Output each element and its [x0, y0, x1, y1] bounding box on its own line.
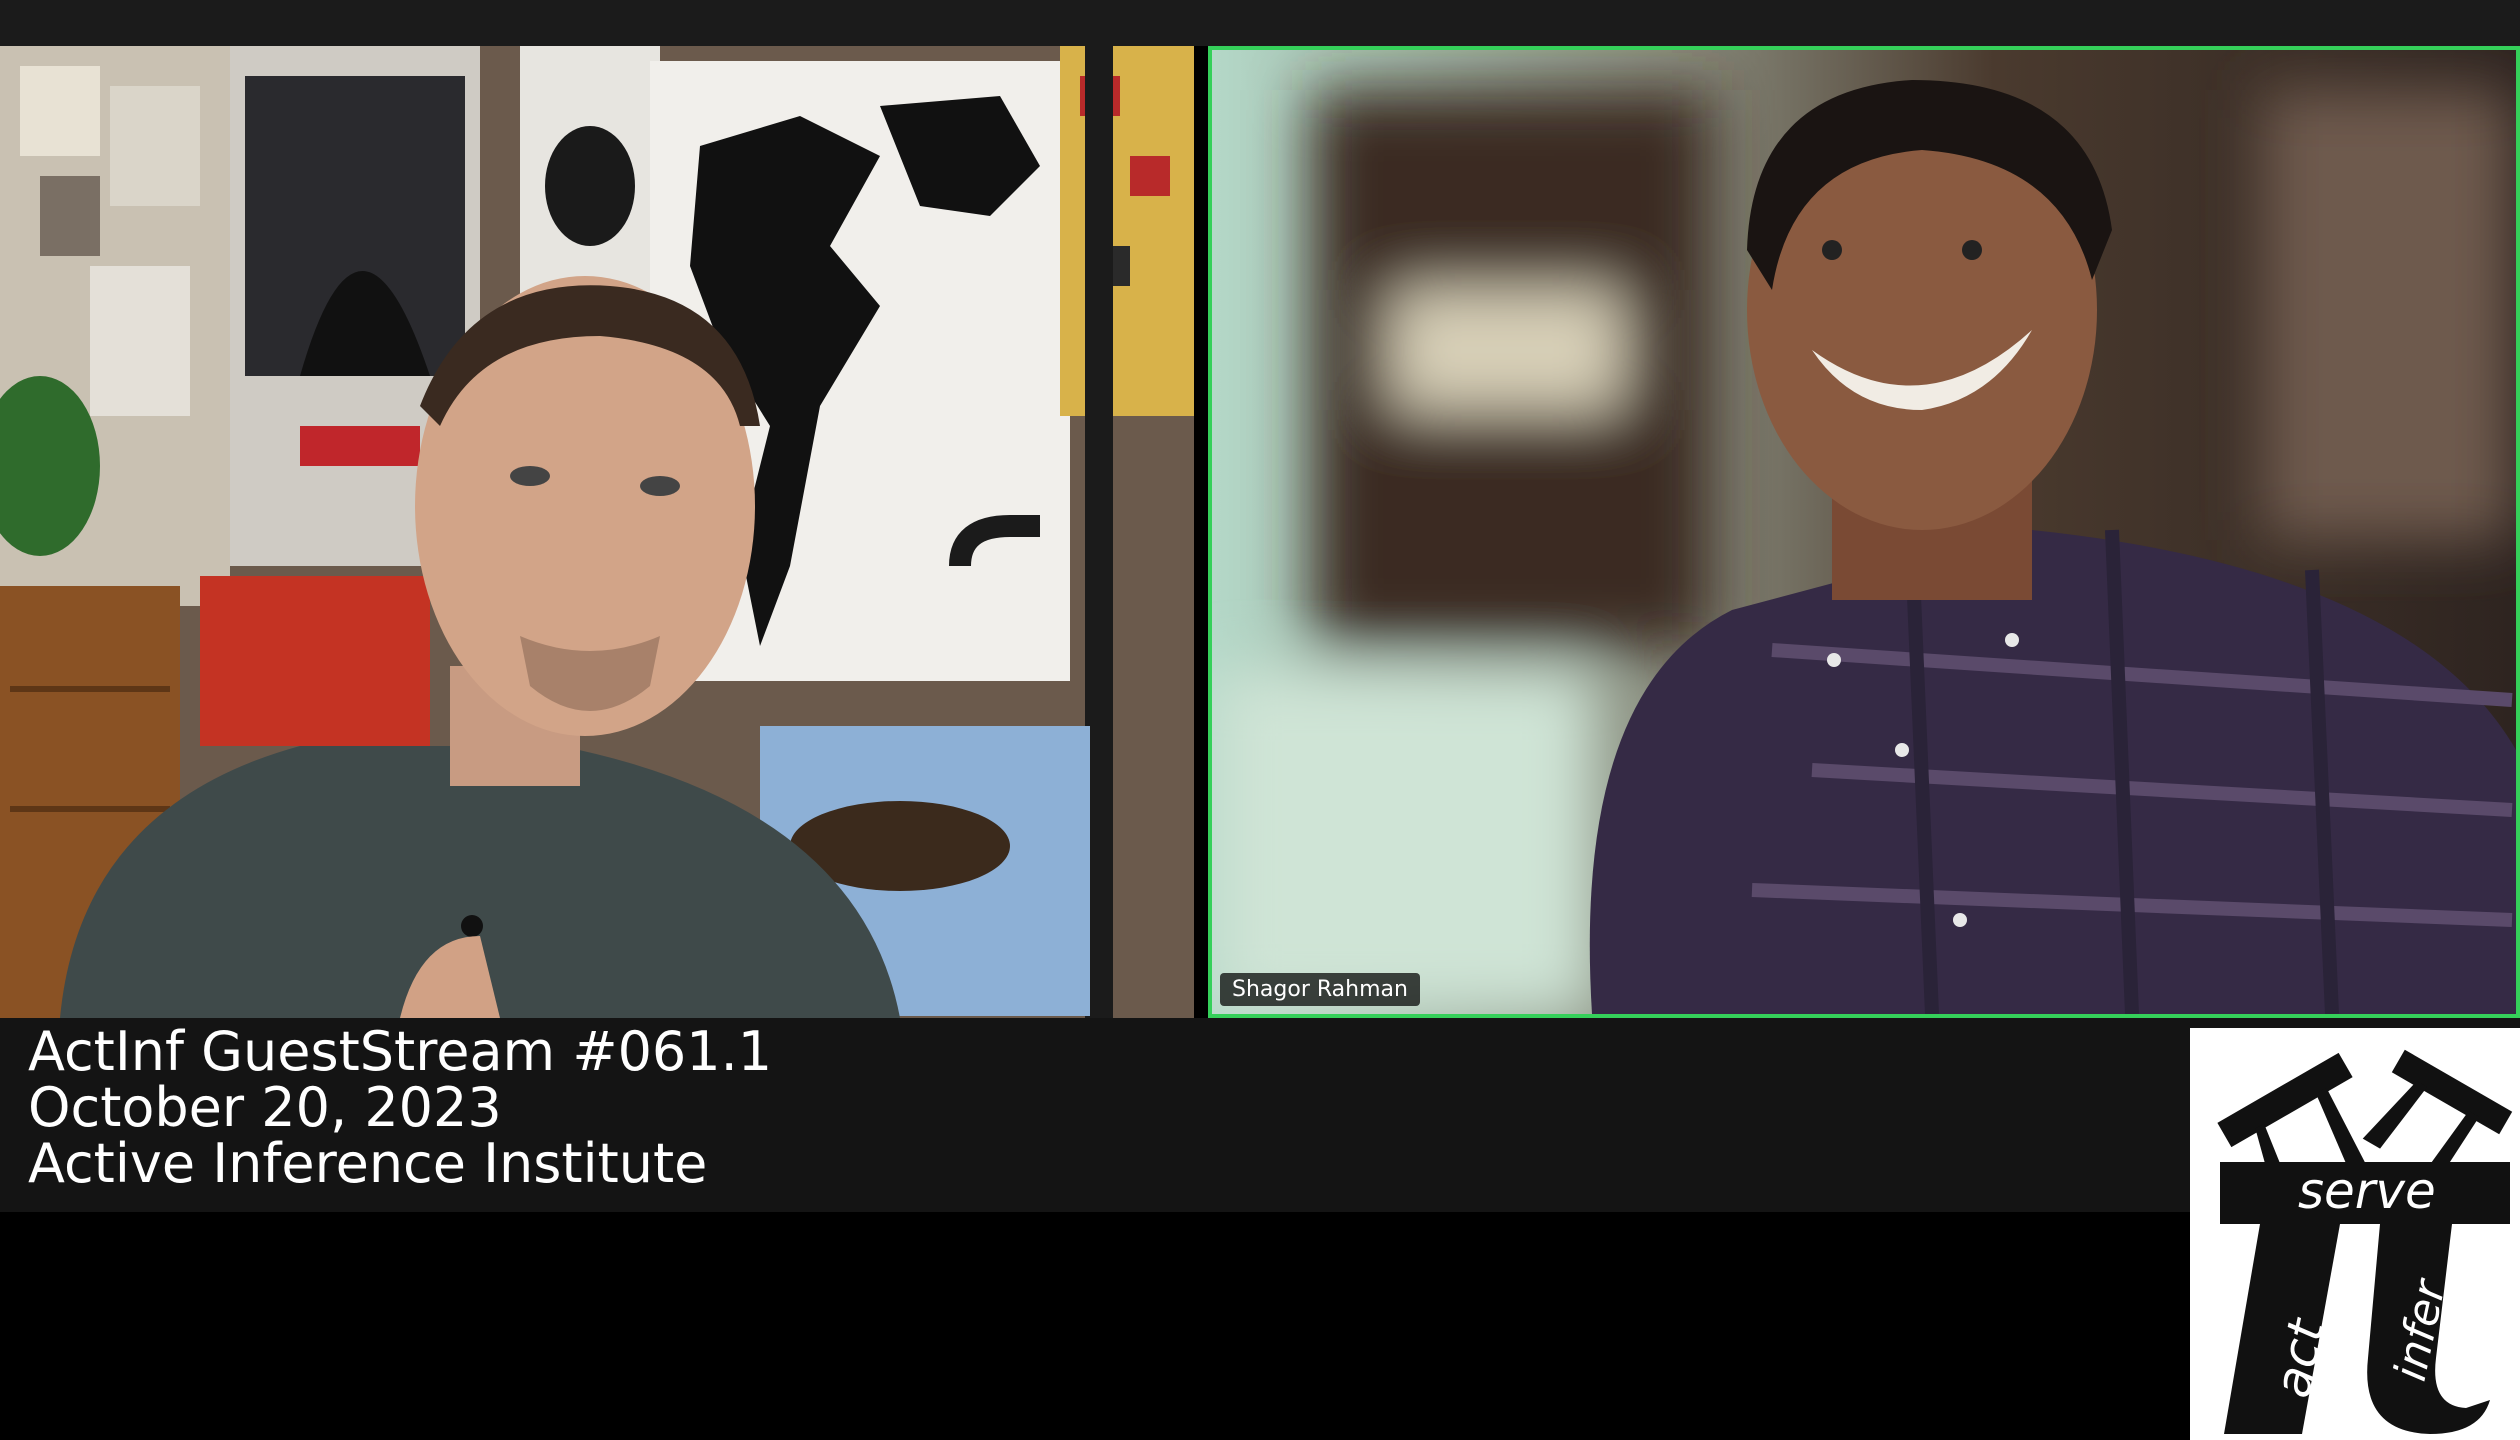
video-tile-participant-1[interactable] [0, 46, 1194, 1018]
stream-title: ActInf GuestStream #061.1 [28, 1020, 773, 1083]
top-bar [0, 0, 2520, 46]
participant-name-tag: Shagor Rahman [1220, 973, 1420, 1006]
stream-date: October 20, 2023 [28, 1076, 502, 1139]
logo-word-serve: serve [2298, 1162, 2436, 1220]
organization-name: Active Inference Institute [28, 1132, 708, 1195]
pi-logo-icon: serve act infer [2217, 1049, 2513, 1434]
participant-2-video [1212, 50, 2516, 1014]
institute-logo: serve act infer [2190, 1028, 2520, 1440]
participant-1-video [0, 46, 1194, 1018]
video-tile-participant-2[interactable]: Shagor Rahman [1208, 46, 2520, 1018]
stream-caption: ActInf GuestStream #061.1 October 20, 20… [28, 1024, 772, 1192]
